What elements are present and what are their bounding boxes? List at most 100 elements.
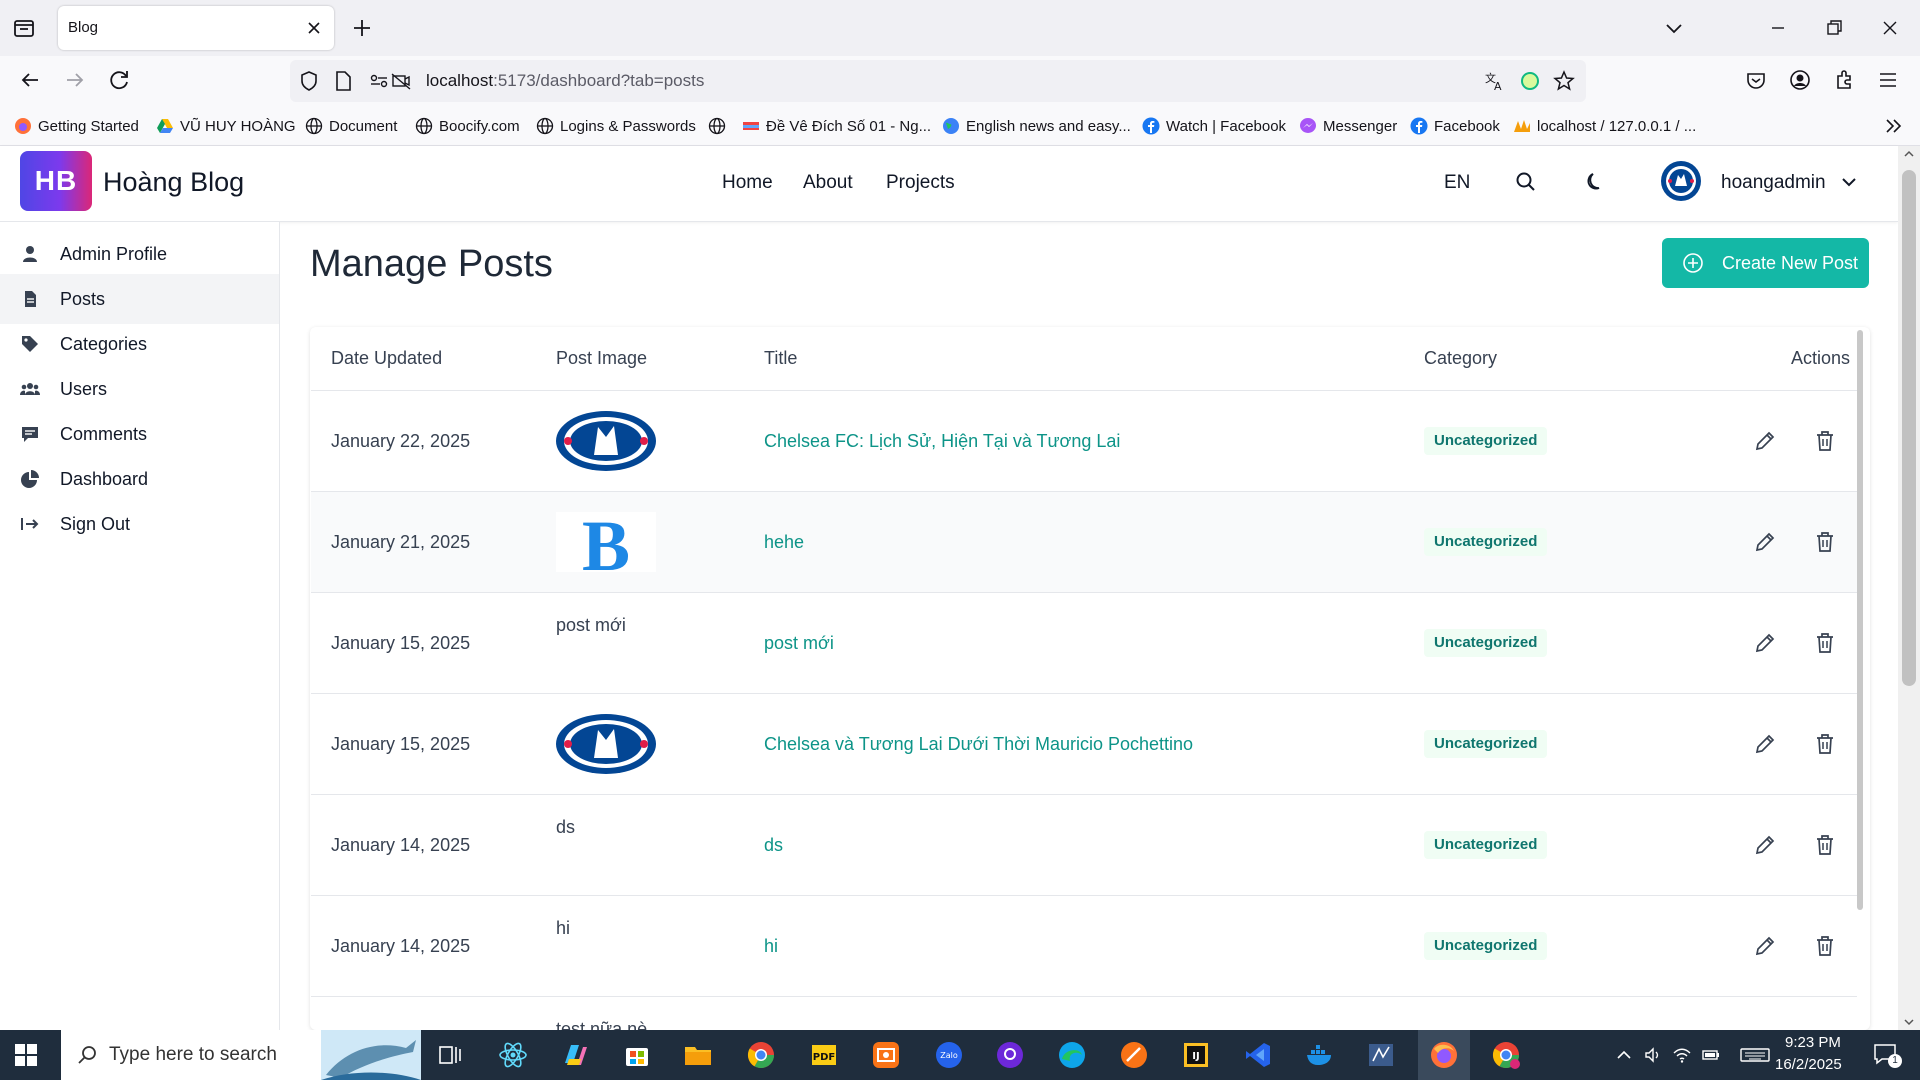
file-explorer-icon[interactable] [682,1039,714,1071]
postman-icon[interactable] [870,1039,902,1071]
menu-icon[interactable] [1874,66,1902,94]
post-title-link[interactable]: hehe [764,532,804,553]
post-image-alt-text[interactable]: post mới [556,615,626,636]
back-icon[interactable] [16,66,44,94]
sidebar-item-categories[interactable]: Categories [0,319,279,369]
pencil-icon[interactable] [1753,833,1777,857]
swift-icon[interactable] [1118,1039,1150,1071]
bookmark-facebook[interactable]: Facebook [1410,113,1500,139]
sidebar-item-comments[interactable]: Comments [0,409,279,459]
pencil-icon[interactable] [1753,934,1777,958]
windows-start-icon[interactable] [14,1043,38,1067]
post-image-alt-text[interactable]: ds [556,817,575,838]
nav-about[interactable]: About [803,172,853,194]
translate-icon[interactable]: 文A [1483,70,1505,92]
bookmark-english-news[interactable]: English news and easy... [942,113,1131,139]
zalo-icon[interactable]: Zalo [933,1039,965,1071]
post-title-link[interactable]: Chelsea và Tương Lai Dưới Thời Mauricio … [764,734,1193,755]
intellij-icon[interactable]: IJ [1180,1039,1212,1071]
bookmark-phpmyadmin[interactable]: localhost / 127.0.0.1 / ... [1513,113,1696,139]
keyboard-icon[interactable] [1740,1045,1770,1065]
language-toggle[interactable]: EN [1444,172,1470,194]
bookmark-boocify[interactable]: Boocify.com [415,113,520,139]
sidebar-item-users[interactable]: Users [0,364,279,414]
close-icon[interactable] [304,18,324,38]
sidebar-item-sign-out[interactable]: Sign Out [0,499,279,549]
pocket-icon[interactable] [1742,66,1770,94]
no-camera-icon[interactable] [390,70,412,92]
post-title-link[interactable]: hi [764,936,778,957]
browser-tab[interactable]: Blog [58,6,334,50]
moon-icon[interactable] [1582,169,1608,195]
chevron-down-icon[interactable] [1838,171,1860,193]
forward-icon[interactable] [61,66,89,94]
bookmark-messenger[interactable]: Messenger [1299,113,1397,139]
bookmark-logins-passwords[interactable]: Logins & Passwords [536,113,696,139]
nav-projects[interactable]: Projects [886,172,955,194]
post-image-chelsea-crest[interactable] [556,411,656,471]
address-bar[interactable]: localhost:5173/dashboard?tab=posts 文A [290,60,1586,102]
edge-icon[interactable] [1056,1039,1088,1071]
extension-icon[interactable] [1519,70,1541,92]
pencil-icon[interactable] [1753,631,1777,655]
page-icon[interactable] [332,70,354,92]
chevron-down-icon[interactable] [1662,16,1686,40]
nav-home[interactable]: Home [722,172,773,194]
copilot-icon[interactable] [559,1039,591,1071]
sidebar-item-posts[interactable]: Posts [0,274,279,324]
clock-date[interactable]: 16/2/2025 [1775,1056,1842,1073]
trash-icon[interactable] [1813,833,1837,857]
account-icon[interactable] [1786,66,1814,94]
star-icon[interactable] [1553,70,1575,92]
vscode-icon[interactable] [1242,1039,1274,1071]
post-title-link[interactable]: ds [764,835,783,856]
chevron-up-icon[interactable] [1614,1045,1634,1065]
chrome-profile-icon[interactable] [1490,1039,1522,1071]
scroll-up-icon[interactable] [1903,148,1915,160]
username[interactable]: hoangadmin [1721,172,1826,194]
bookmark-watch-facebook[interactable]: Watch | Facebook [1142,113,1286,139]
bookmark-document[interactable]: Document [305,113,397,139]
logo-badge[interactable]: HB [20,151,92,211]
trash-icon[interactable] [1813,631,1837,655]
search-icon[interactable] [1513,169,1539,195]
clock-time[interactable]: 9:23 PM [1785,1034,1841,1051]
scroll-down-icon[interactable] [1903,1016,1915,1028]
docker-icon[interactable] [1304,1039,1336,1071]
new-tab-icon[interactable] [350,16,374,40]
bookmark-de-ve-dich[interactable]: Đề Vê Đích Số 01 - Ng... [742,113,931,139]
github-icon[interactable] [994,1039,1026,1071]
avatar[interactable] [1660,160,1702,202]
table-scrollbar[interactable] [1857,330,1863,910]
page-scroll-thumb[interactable] [1902,170,1916,686]
sidebar-item-dashboard[interactable]: Dashboard [0,454,279,504]
post-image-alt-text[interactable]: hi [556,918,570,939]
sql-server-icon[interactable] [1365,1039,1397,1071]
pencil-icon[interactable] [1753,732,1777,756]
trash-icon[interactable] [1813,429,1837,453]
battery-icon[interactable] [1701,1045,1721,1065]
restore-icon[interactable] [1820,14,1848,42]
post-image-chelsea-crest[interactable] [556,714,656,774]
post-image-letter-b[interactable]: B [556,512,656,572]
task-view-icon[interactable] [434,1039,466,1071]
reload-icon[interactable] [106,66,134,94]
bookmark-vu-huy-hoang[interactable]: VŨ HUY HOÀNG [156,113,296,139]
firefox-icon[interactable] [1428,1039,1460,1071]
bookmark-getting-started[interactable]: Getting Started [14,113,139,139]
url-text[interactable]: localhost:5173/dashboard?tab=posts [426,71,704,91]
minimize-icon[interactable] [1764,14,1792,42]
chevron-double-right-icon[interactable] [1882,114,1906,138]
extensions-icon[interactable] [1830,66,1858,94]
pencil-icon[interactable] [1753,530,1777,554]
create-new-post-button[interactable]: Create New Post [1662,238,1869,288]
microsoft-store-icon[interactable] [621,1039,653,1071]
notification-center[interactable]: 1 [1872,1040,1902,1070]
post-title-link[interactable]: post mới [764,633,834,654]
permissions-icon[interactable] [368,70,390,92]
shield-icon[interactable] [298,70,320,92]
tab-list-icon[interactable] [12,16,36,40]
close-window-icon[interactable] [1876,14,1904,42]
sidebar-item-admin-profile[interactable]: Admin Profile [0,229,279,279]
chrome-icon[interactable] [745,1039,777,1071]
